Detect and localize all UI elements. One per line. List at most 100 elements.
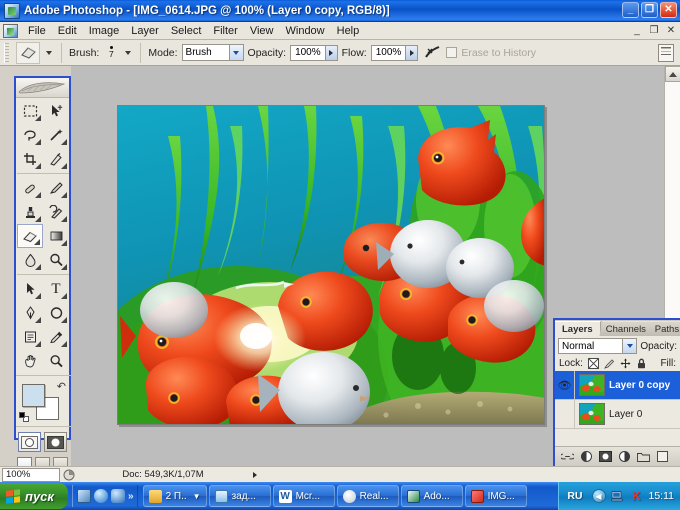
airbrush-icon[interactable] [422, 44, 442, 62]
layer-thumbnail-0[interactable] [579, 374, 605, 396]
swap-colors-icon[interactable]: ↶ [57, 380, 66, 393]
flow-stepper-icon[interactable] [405, 45, 418, 60]
chevron-down-icon[interactable]: ▼ [193, 492, 201, 501]
zoom-level-field[interactable]: 100% [2, 467, 60, 482]
image-canvas[interactable] [117, 105, 545, 425]
healing-brush-tool[interactable] [17, 176, 43, 200]
tab-channels[interactable]: Channels [599, 321, 654, 336]
menu-help[interactable]: Help [331, 24, 366, 38]
history-brush-tool[interactable] [43, 200, 69, 224]
taskbar-item-photoshop[interactable]: Ado... [400, 485, 463, 507]
status-arrow-icon[interactable] [248, 471, 262, 478]
new-group-icon[interactable] [637, 450, 650, 463]
eraser-tool[interactable] [17, 224, 43, 248]
doc-restore-button[interactable]: ❐ [647, 24, 661, 37]
taskbar-item-word[interactable]: W Mcr... [272, 485, 335, 507]
lock-transparent-pixels-icon[interactable] [587, 358, 599, 369]
menu-edit[interactable]: Edit [52, 24, 83, 38]
clock[interactable]: 15:11 [649, 490, 675, 502]
default-colors-icon[interactable] [19, 412, 29, 422]
erase-to-history-checkbox[interactable] [446, 47, 458, 58]
marquee-tool[interactable] [17, 99, 43, 123]
adjustment-layer-icon[interactable] [618, 450, 631, 463]
quick-mask-mode-button[interactable] [44, 432, 67, 452]
tray-network-icon[interactable] [611, 489, 625, 503]
layer-row-1[interactable]: Layer 0 [555, 400, 680, 429]
notes-tool[interactable] [17, 325, 43, 349]
menu-view[interactable]: View [244, 24, 280, 38]
start-button[interactable]: пуск [0, 483, 68, 509]
layer-thumbnail-1[interactable] [579, 403, 605, 425]
brush-preview[interactable]: 7 [103, 41, 119, 65]
menu-file[interactable]: File [22, 24, 52, 38]
restore-button[interactable]: ❐ [641, 2, 658, 18]
toolbox-header[interactable] [16, 78, 69, 98]
eraser-icon[interactable] [16, 41, 40, 64]
minimize-button[interactable]: _ [622, 2, 639, 18]
layer-visibility-toggle-1[interactable] [555, 400, 575, 428]
brush-chevron-down-icon[interactable] [125, 50, 132, 55]
menu-layer[interactable]: Layer [125, 24, 165, 38]
layer-style-icon[interactable] [580, 450, 593, 463]
close-button[interactable]: ✕ [660, 2, 677, 18]
path-selection-tool[interactable] [17, 277, 43, 301]
shape-tool[interactable] [43, 301, 69, 325]
taskbar-item-document[interactable]: зад... [208, 485, 271, 507]
layer-mask-icon[interactable] [599, 450, 612, 463]
slice-tool[interactable] [43, 147, 69, 171]
type-tool[interactable]: T [43, 277, 69, 301]
move-tool[interactable] [43, 99, 69, 123]
menu-filter[interactable]: Filter [207, 24, 243, 38]
brush-tool[interactable] [43, 176, 69, 200]
taskbar-item-image[interactable]: IMG... [464, 485, 527, 507]
quick-launch-expand-icon[interactable]: » [128, 491, 133, 502]
language-indicator[interactable]: RU [567, 490, 582, 502]
hand-tool[interactable] [17, 349, 43, 373]
link-layers-icon[interactable] [561, 450, 574, 463]
eyedropper-tool[interactable] [43, 325, 69, 349]
lasso-tool[interactable] [17, 123, 43, 147]
palette-well-icon[interactable] [658, 44, 674, 62]
taskbar-item-explorer[interactable]: 2 П.. ▼ [142, 485, 207, 507]
doc-close-button[interactable]: ✕ [664, 24, 678, 37]
lock-image-pixels-icon[interactable] [604, 358, 615, 369]
menu-image[interactable]: Image [83, 24, 126, 38]
magic-wand-tool[interactable] [43, 123, 69, 147]
tray-volume-icon[interactable]: ◀ [591, 489, 606, 503]
menu-window[interactable]: Window [280, 24, 331, 38]
blend-mode-select[interactable]: Normal [558, 338, 638, 354]
crop-tool[interactable] [17, 147, 43, 171]
flow-field[interactable]: 100% [370, 44, 419, 61]
tray-kaspersky-icon[interactable]: K [630, 489, 644, 503]
lock-all-icon[interactable] [636, 358, 647, 369]
blur-tool[interactable] [17, 248, 43, 272]
new-layer-icon[interactable] [656, 450, 669, 463]
preview-icon[interactable] [60, 468, 78, 482]
options-bar-grip[interactable] [4, 42, 9, 63]
scroll-up-button[interactable] [665, 66, 680, 82]
opacity-field[interactable]: 100% [290, 44, 338, 61]
lock-position-icon[interactable] [620, 358, 631, 369]
opacity-stepper-icon[interactable] [324, 45, 337, 60]
layer-visibility-toggle-0[interactable]: 👁 [555, 371, 575, 399]
mode-select[interactable]: Brush [181, 44, 244, 61]
tab-paths[interactable]: Paths [648, 321, 680, 336]
show-desktop-icon[interactable] [77, 489, 91, 503]
gradient-tool[interactable] [43, 224, 69, 248]
clone-stamp-tool[interactable] [17, 200, 43, 224]
layer-row-0[interactable]: 👁 Layer 0 copy [555, 371, 680, 400]
tool-preset-chevron-down-icon[interactable] [46, 50, 52, 55]
tab-layers[interactable]: Layers [555, 321, 601, 336]
blend-mode-chevron-down-icon[interactable] [622, 339, 637, 353]
internet-explorer-icon[interactable] [94, 489, 108, 503]
standard-mask-mode-button[interactable] [18, 432, 41, 452]
taskbar-item-realplayer[interactable]: Real... [336, 485, 399, 507]
pen-tool[interactable] [17, 301, 43, 325]
foreground-color-swatch[interactable] [22, 384, 45, 407]
dodge-tool[interactable] [43, 248, 69, 272]
zoom-tool[interactable] [43, 349, 69, 373]
menu-select[interactable]: Select [165, 24, 208, 38]
mode-chevron-down-icon[interactable] [228, 45, 243, 60]
doc-minimize-button[interactable]: _ [630, 24, 644, 37]
browser-icon[interactable] [111, 489, 125, 503]
